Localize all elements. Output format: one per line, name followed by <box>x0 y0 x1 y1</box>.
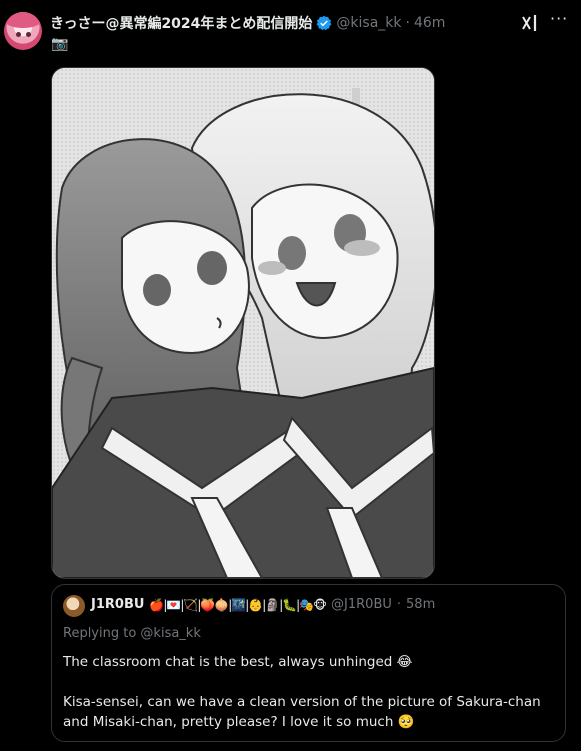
grok-icon[interactable] <box>520 14 542 32</box>
author-handle[interactable]: @kisa_kk <box>336 15 401 31</box>
post-header: きっさー@異常編2024年まとめ配信開始 @kisa_kk · 46m <box>50 13 445 33</box>
post-body-text: 📷 <box>51 36 69 52</box>
quoted-author-handle[interactable]: @J1R0BU <box>331 597 392 612</box>
quoted-post-timestamp[interactable]: 58m <box>406 597 435 612</box>
verified-badge-icon <box>316 15 332 31</box>
quoted-author-display-name[interactable]: J1R0BU <box>91 597 144 612</box>
author-avatar[interactable] <box>4 12 42 50</box>
separator-dot: · <box>396 597 402 612</box>
post-image[interactable] <box>51 67 435 579</box>
quoted-post[interactable]: J1R0BU 🍎|💌|🏹|🍑🧅|🌃|👶|🗿|🐛|🎭🐵 @J1R0BU · 58m… <box>51 584 566 742</box>
author-display-name[interactable]: きっさー@異常編2024年まとめ配信開始 <box>50 13 312 33</box>
separator-dot: · <box>405 15 410 31</box>
post-timestamp[interactable]: 46m <box>414 15 445 31</box>
quoted-post-header: J1R0BU 🍎|💌|🏹|🍑🧅|🌃|👶|🗿|🐛|🎭🐵 @J1R0BU · 58m <box>91 597 435 612</box>
quoted-author-emojis: 🍎|💌|🏹|🍑🧅|🌃|👶|🗿|🐛|🎭🐵 <box>149 597 327 612</box>
quoted-post-text: The classroom chat is the best, always u… <box>63 654 541 730</box>
quoted-author-avatar[interactable] <box>63 595 85 617</box>
replying-to-label[interactable]: Replying to @kisa_kk <box>63 626 201 641</box>
more-options-icon[interactable]: ··· <box>550 9 568 28</box>
